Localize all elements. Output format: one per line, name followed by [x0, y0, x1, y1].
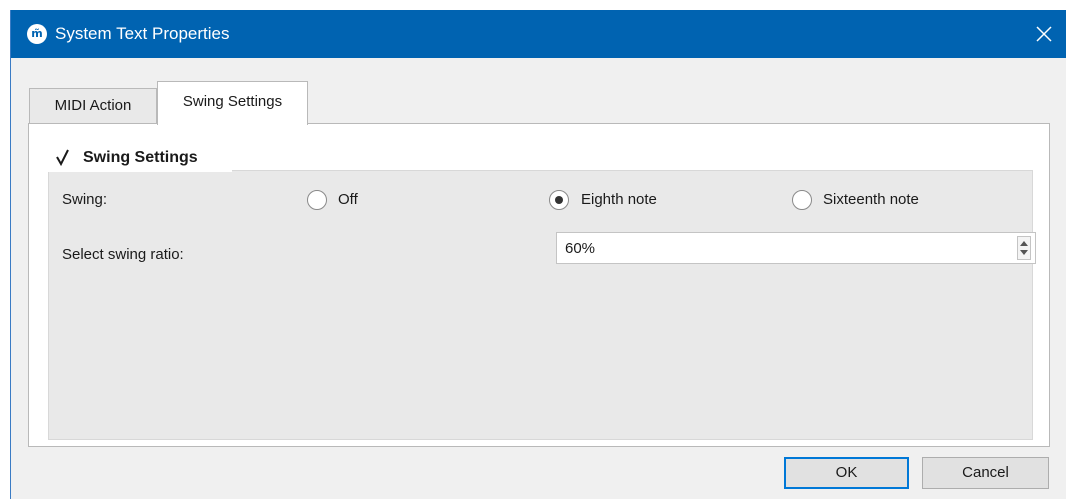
- radio-sixteenth-note-label[interactable]: Sixteenth note: [823, 190, 919, 210]
- swing-ratio-value[interactable]: 60%: [565, 239, 595, 259]
- swing-label: Swing:: [62, 191, 108, 208]
- radio-eighth-note-label[interactable]: Eighth note: [581, 190, 657, 210]
- tab-midi-action[interactable]: MIDI Action: [29, 88, 157, 123]
- spin-arrows-icon[interactable]: [1017, 236, 1031, 260]
- title-bar: m̃ System Text Properties: [11, 10, 1066, 58]
- close-button[interactable]: [1021, 10, 1066, 58]
- swing-ratio-label: Select swing ratio:: [62, 246, 184, 263]
- radio-off[interactable]: [307, 190, 327, 210]
- swing-settings-checkbox[interactable]: [55, 148, 71, 167]
- spin-buttons[interactable]: [1017, 236, 1031, 260]
- tab-swing-settings[interactable]: Swing Settings: [157, 81, 308, 125]
- swing-ratio-spinbox[interactable]: 60%: [556, 232, 1036, 264]
- radio-sixteenth-note[interactable]: [792, 190, 812, 210]
- radio-selected-dot: [555, 196, 563, 204]
- radio-eighth-note[interactable]: [549, 190, 569, 210]
- ok-button[interactable]: OK: [784, 457, 909, 489]
- checkmark-icon: [56, 149, 69, 167]
- dialog-window: m̃ System Text Properties MIDI Action Sw…: [10, 10, 1066, 499]
- tab-pane-swing-settings: Swing Settings Swing: Off Eighth note Si…: [28, 123, 1050, 447]
- cancel-button[interactable]: Cancel: [922, 457, 1049, 489]
- tab-widget: MIDI Action Swing Settings Swing Setting…: [26, 73, 1050, 447]
- swing-settings-group-header[interactable]: Swing Settings: [47, 144, 232, 172]
- radio-off-label[interactable]: Off: [338, 190, 358, 210]
- app-icon: m̃: [27, 24, 47, 44]
- swing-settings-group: Swing: Off Eighth note Sixteenth note Se…: [48, 170, 1033, 440]
- close-icon: [1036, 26, 1052, 42]
- swing-settings-group-title: Swing Settings: [83, 149, 198, 166]
- window-title: System Text Properties: [55, 24, 230, 43]
